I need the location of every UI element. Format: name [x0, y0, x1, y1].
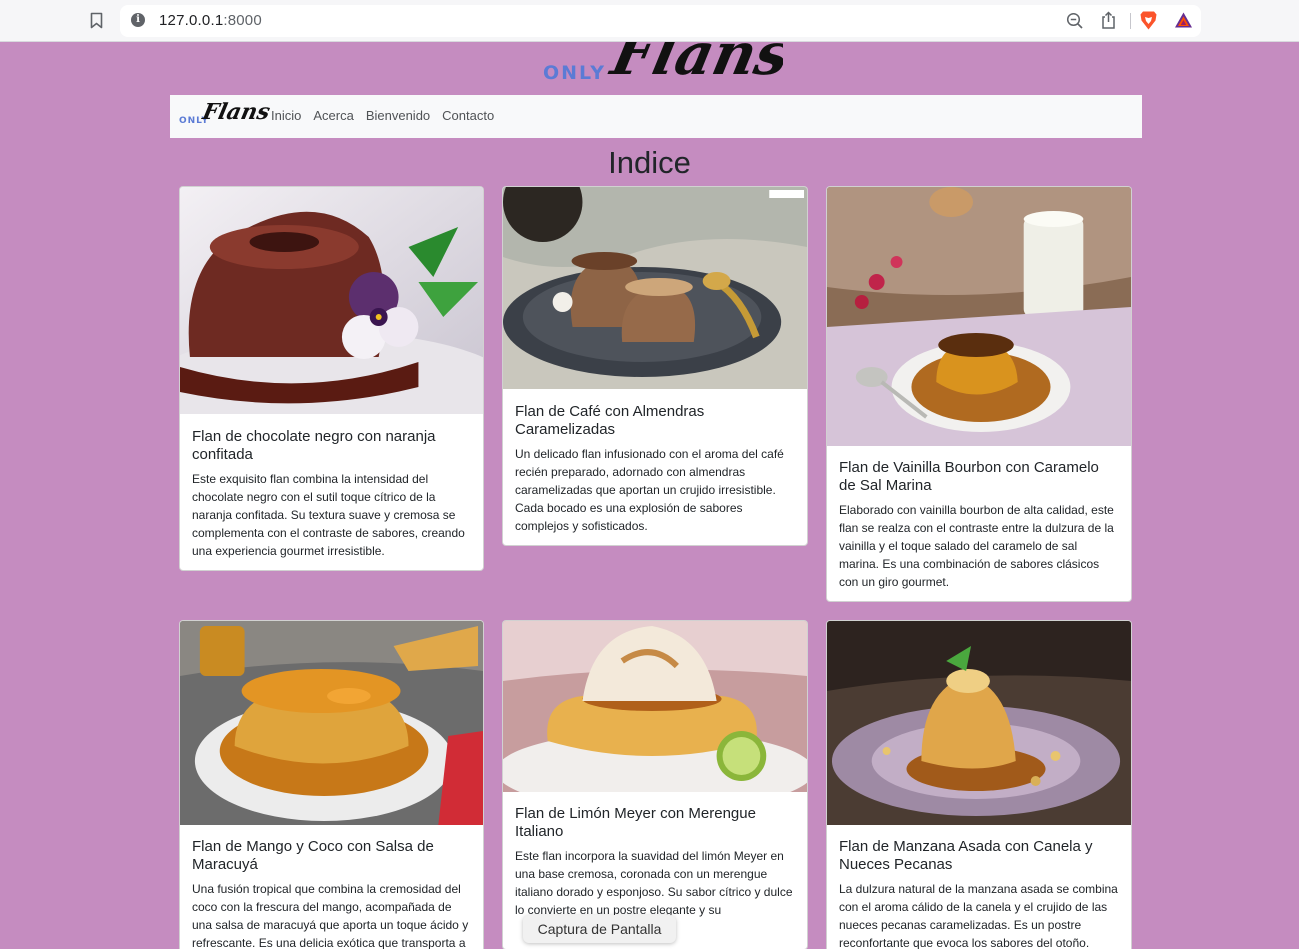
nav-link-contacto[interactable]: Contacto — [442, 108, 494, 123]
nav-link-acerca[interactable]: Acerca — [313, 108, 353, 123]
card-body: Flan de Vainilla Bourbon con Caramelo de… — [839, 459, 1119, 591]
card-title: Flan de Mango y Coco con Salsa de Maracu… — [192, 838, 434, 873]
address-bar[interactable] — [120, 5, 1201, 37]
card-image — [503, 621, 807, 792]
bat-triangle-icon[interactable] — [1174, 11, 1193, 29]
info-icon[interactable]: i — [131, 13, 145, 27]
share-icon[interactable] — [1100, 11, 1117, 30]
card-text: Este exquisito flan combina la intensida… — [192, 472, 465, 558]
site-logo[interactable]: ONLY Flans — [543, 42, 783, 94]
flan-card[interactable]: Flan de Limón Meyer con Merengue Italian… — [502, 620, 808, 949]
card-body: Flan de Manzana Asada con Canela y Nuece… — [839, 838, 1119, 949]
navbar-brand[interactable]: ONLY Flans — [179, 99, 272, 131]
nav-link-inicio[interactable]: Inicio — [271, 108, 301, 123]
url-port: :8000 — [223, 12, 262, 29]
screenshot-tooltip: Captura de Pantalla — [523, 915, 676, 943]
toolbar-divider — [1130, 13, 1131, 29]
url-host: 127.0.0.1 — [159, 12, 224, 29]
url-text[interactable]: 127.0.0.1:8000 — [159, 12, 262, 29]
card-title: Flan de Limón Meyer con Merengue Italian… — [515, 805, 756, 840]
card-body: Flan de chocolate negro con naranja conf… — [192, 428, 471, 560]
card-text: Este flan incorpora la suavidad del limó… — [515, 849, 793, 917]
card-body: Flan de Limón Meyer con Merengue Italian… — [515, 805, 795, 919]
page-title: Indice — [608, 145, 691, 180]
card-body: Flan de Café con Almendras Caramelizadas… — [515, 403, 795, 535]
logo-prefix: ONLY — [543, 62, 606, 84]
flan-card[interactable]: Flan de chocolate negro con naranja conf… — [179, 186, 484, 571]
card-text: Elaborado con vainilla bourbon de alta c… — [839, 503, 1114, 589]
flan-card[interactable]: Flan de Mango y Coco con Salsa de Maracu… — [179, 620, 484, 949]
logo-name: Flans — [605, 42, 783, 88]
card-title: Flan de Café con Almendras Caramelizadas — [515, 403, 705, 438]
card-text: La dulzura natural de la manzana asada s… — [839, 882, 1118, 949]
bookmark-icon[interactable] — [90, 12, 103, 29]
flan-card[interactable]: Flan de Vainilla Bourbon con Caramelo de… — [826, 186, 1132, 602]
brave-lion-icon[interactable] — [1139, 10, 1158, 31]
card-image — [180, 621, 483, 825]
zoom-out-icon[interactable] — [1066, 12, 1084, 30]
browser-toolbar: i 127.0.0.1:8000 — [0, 0, 1299, 42]
navbar: ONLY Flans Inicio Acerca Bienvenido Cont… — [170, 95, 1142, 138]
nav-links: Inicio Acerca Bienvenido Contacto — [271, 108, 494, 123]
navbar-brand-name: Flans — [200, 99, 273, 125]
flan-card[interactable]: Flan de Café con Almendras Caramelizadas… — [502, 186, 808, 546]
card-text: Una fusión tropical que combina la cremo… — [192, 882, 469, 949]
card-body: Flan de Mango y Coco con Salsa de Maracu… — [192, 838, 471, 949]
card-text: Un delicado flan infusionado con el arom… — [515, 447, 784, 533]
card-image — [180, 187, 483, 414]
card-title: Flan de Manzana Asada con Canela y Nuece… — [839, 838, 1093, 873]
flan-card[interactable]: Flan de Manzana Asada con Canela y Nuece… — [826, 620, 1132, 949]
nav-link-bienvenido[interactable]: Bienvenido — [366, 108, 430, 123]
card-image — [827, 621, 1131, 825]
card-title: Flan de chocolate negro con naranja conf… — [192, 428, 436, 463]
card-image — [503, 187, 807, 389]
card-title: Flan de Vainilla Bourbon con Caramelo de… — [839, 459, 1099, 494]
card-image — [827, 187, 1131, 446]
